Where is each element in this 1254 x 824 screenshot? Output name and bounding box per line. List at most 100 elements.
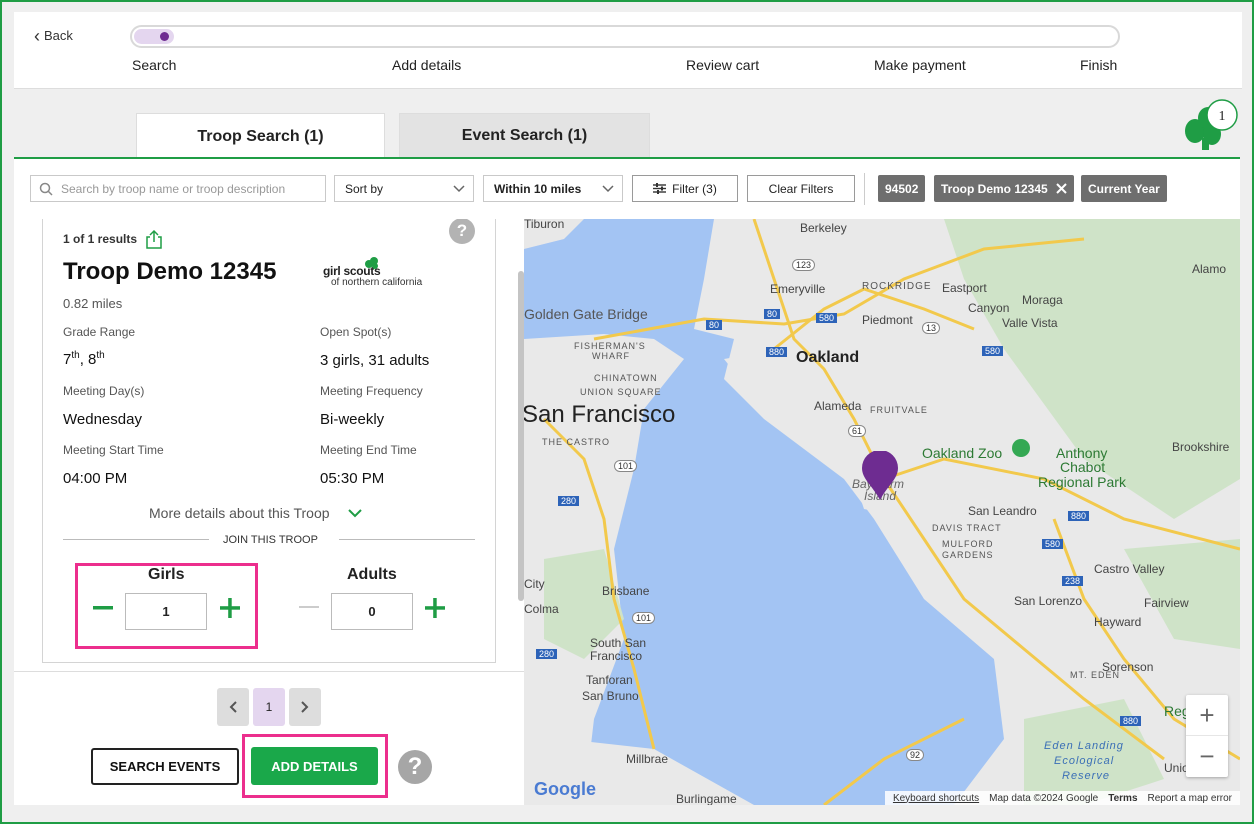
meeting-end-label: Meeting End Time — [320, 443, 417, 457]
map-pin-icon[interactable] — [862, 451, 898, 501]
distance-select[interactable]: Within 10 miles — [483, 175, 623, 202]
map-label-fishermans-wharf: FISHERMAN'S — [574, 341, 646, 351]
highway-shield: 580 — [816, 313, 838, 323]
zoom-out-button[interactable]: − — [1186, 736, 1228, 777]
map-label-piedmont: Piedmont — [862, 313, 913, 327]
open-spots-value: 3 girls, 31 adults — [320, 352, 430, 369]
highway-shield: 92 — [906, 749, 925, 761]
logo-line-2: of northern california — [331, 277, 423, 288]
highway-shield: 13 — [922, 322, 941, 334]
app-frame: ‹ Back Search Add details Review cart Ma… — [0, 0, 1254, 824]
map-view[interactable]: Tiburon Berkeley Alamo Emeryville ROCKRI… — [524, 219, 1240, 805]
divider — [339, 539, 475, 540]
highway-shield: 61 — [848, 425, 867, 437]
map-label-chinatown: CHINATOWN — [594, 373, 658, 383]
divider — [864, 173, 865, 205]
map-label-mulford: MULFORD — [942, 539, 994, 549]
map-label-wharf: WHARF — [592, 351, 630, 361]
add-details-button[interactable]: ADD DETAILS — [251, 747, 378, 785]
chip-label: Troop Demo 12345 — [941, 181, 1048, 196]
step-search: Search — [132, 57, 177, 73]
highway-shield: 880 — [766, 347, 788, 357]
cart-button[interactable]: 1 — [1184, 98, 1242, 154]
clear-filters-button[interactable]: Clear Filters — [747, 175, 855, 202]
tab-event-search[interactable]: Event Search (1) — [399, 113, 650, 159]
chevron-down-icon — [347, 508, 362, 517]
adults-increment[interactable] — [423, 596, 447, 620]
map-label-castro-valley: Castro Valley — [1094, 562, 1165, 576]
map-label-fruitvale: FRUITVALE — [870, 405, 928, 415]
tab-troop-search[interactable]: Troop Search (1) — [136, 113, 385, 159]
highway-shield: 101 — [614, 460, 638, 472]
more-details-label: More details about this Troop — [149, 505, 330, 521]
meeting-start-value: 04:00 PM — [63, 470, 128, 487]
filter-button[interactable]: Filter (3) — [632, 175, 738, 202]
highway-shield: 880 — [1068, 511, 1090, 521]
map-label-south-san: South San — [590, 636, 647, 650]
step-add-details: Add details — [392, 57, 462, 73]
chevron-right-icon — [301, 701, 309, 713]
map-label-davis-tract: DAVIS TRACT — [932, 523, 1002, 533]
map-label-millbrae: Millbrae — [626, 752, 669, 766]
progress-indicator — [160, 32, 169, 41]
share-icon[interactable] — [145, 229, 163, 249]
progress-bar — [130, 25, 1120, 48]
map-label-san-lorenzo: San Lorenzo — [1014, 594, 1083, 608]
highway-shield: 123 — [792, 259, 816, 271]
adults-label: Adults — [347, 566, 397, 583]
help-icon[interactable]: ? — [398, 750, 432, 784]
map-label-san-bruno: San Bruno — [582, 689, 639, 703]
step-finish: Finish — [1080, 57, 1118, 73]
search-input[interactable] — [61, 181, 311, 196]
map-label-berkeley: Berkeley — [800, 221, 847, 235]
map-label-fairview: Fairview — [1144, 596, 1189, 610]
terms-link[interactable]: Terms — [1108, 793, 1137, 804]
highway-shield: 238 — [1062, 576, 1084, 586]
map-label-san-francisco: San Francisco — [524, 401, 676, 428]
zoom-in-button[interactable]: + — [1186, 695, 1228, 736]
adults-decrement[interactable] — [297, 596, 321, 620]
map-label-rockridge: ROCKRIDGE — [862, 281, 932, 292]
meeting-end-value: 05:30 PM — [320, 470, 385, 487]
more-details-toggle[interactable]: More details about this Troop — [149, 505, 362, 521]
map-label-burlingame: Burlingame — [676, 792, 737, 805]
meeting-start-label: Meeting Start Time — [63, 443, 164, 457]
grade-separator: , 8 — [79, 351, 97, 368]
next-page-button[interactable] — [289, 688, 321, 726]
adults-quantity-input[interactable]: 0 — [331, 593, 413, 630]
sort-select[interactable]: Sort by — [334, 175, 474, 202]
actions-panel: 1 SEARCH EVENTS ADD DETAILS ? — [14, 671, 524, 805]
close-icon[interactable] — [1056, 183, 1067, 194]
highway-shield: 80 — [706, 320, 723, 330]
divider — [63, 539, 209, 540]
map-label-brookshire: Brookshire — [1172, 440, 1230, 454]
map-label-oakland: Oakland — [796, 349, 860, 366]
step-make-payment: Make payment — [874, 57, 966, 73]
grade-suffix-2: th — [96, 350, 105, 361]
page-number-current[interactable]: 1 — [253, 688, 285, 726]
filter-bar: Sort by Within 10 miles Filter (3) Clear… — [14, 159, 1240, 219]
map-label-ecological: Ecological — [1054, 755, 1115, 767]
keyboard-shortcuts-link[interactable]: Keyboard shortcuts — [893, 793, 979, 804]
highway-shield: 580 — [982, 346, 1004, 356]
filter-chip-zip: 94502 — [878, 175, 926, 202]
search-events-button[interactable]: SEARCH EVENTS — [91, 748, 239, 785]
trefoil-icon — [365, 257, 378, 269]
highway-shield: 280 — [536, 649, 558, 659]
chevron-down-icon — [602, 184, 614, 192]
cart-count: 1 — [1219, 109, 1226, 124]
troop-name: Troop Demo 12345 — [63, 258, 277, 285]
highway-shield: 580 — [1042, 539, 1064, 549]
highway-shield: 80 — [764, 309, 781, 319]
map-label-eastport: Eastport — [942, 281, 987, 295]
map-label-chabot: Chabot — [1060, 459, 1106, 475]
results-count-row: 1 of 1 results — [63, 229, 163, 249]
help-icon[interactable]: ? — [449, 219, 475, 244]
map-label-reserve: Reserve — [1062, 770, 1110, 782]
back-button[interactable]: ‹ Back — [34, 27, 73, 45]
prev-page-button[interactable] — [217, 688, 249, 726]
report-error-link[interactable]: Report a map error — [1148, 793, 1232, 804]
map-label-canyon: Canyon — [968, 301, 1010, 315]
search-icon — [39, 182, 53, 196]
sliders-icon — [653, 183, 667, 194]
